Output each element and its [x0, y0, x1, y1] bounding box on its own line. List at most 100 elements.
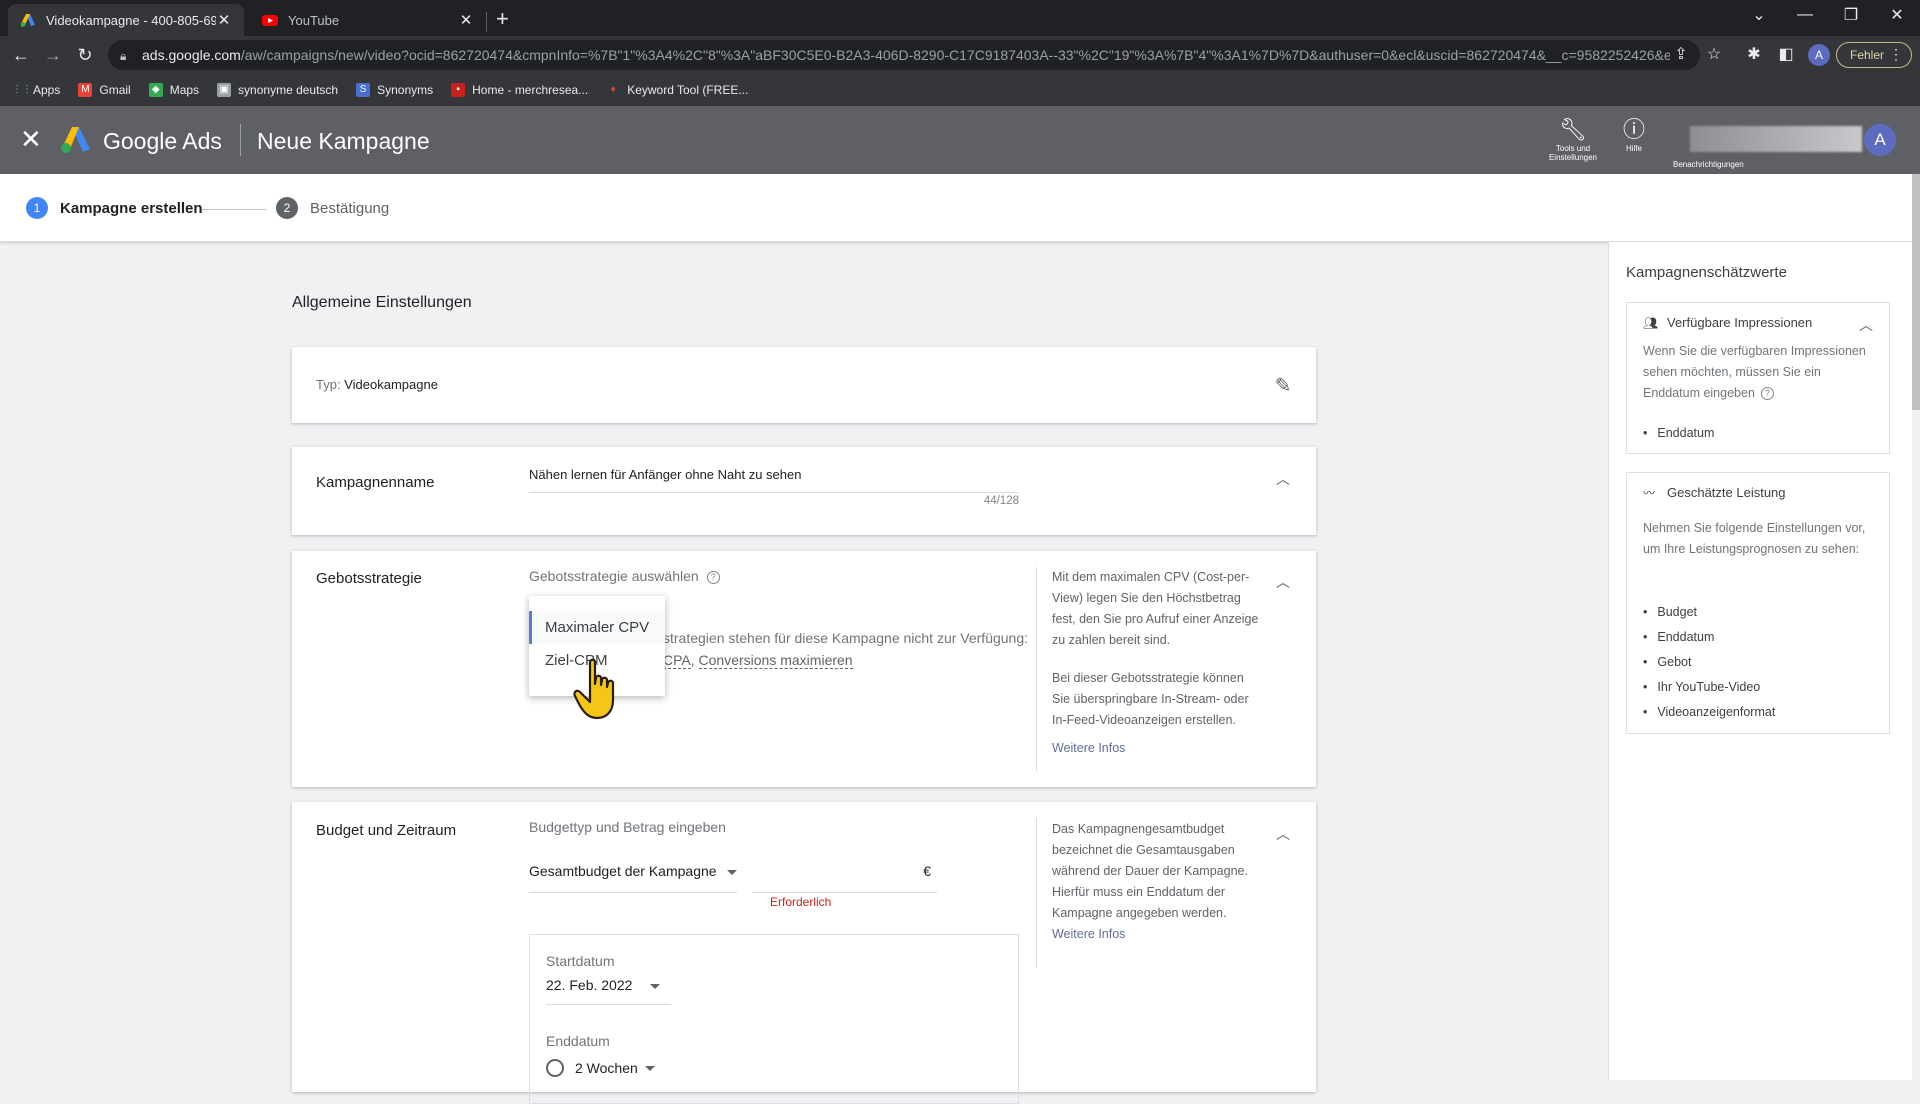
bookmark-apps[interactable]: ⋮⋮ Apps: [12, 83, 60, 97]
address-bar[interactable]: 🔒︎ ads.google.com /aw/campaigns/new/vide…: [108, 40, 1700, 70]
unavailable-strategies-text: strategien stehen für diese Kampagne nic…: [663, 630, 1028, 646]
impressions-heading-text: Verfügbare Impressionen: [1667, 315, 1813, 330]
impressions-card: 👥︎ Verfügbare Impressionen ︿ Wenn Sie di…: [1626, 302, 1890, 454]
end-date-option[interactable]: 2 Wochen: [546, 1059, 655, 1077]
restore-icon[interactable]: ❐: [1828, 0, 1874, 30]
end-date-label: Enddatum: [546, 1033, 610, 1049]
collapse-chevron-icon[interactable]: ︿: [1274, 572, 1292, 590]
bid-strategy-card: Gebotsstrategie Gebotsstrategie auswähle…: [292, 551, 1316, 787]
budget-label: Budget und Zeitraum: [316, 822, 457, 839]
notifications-area[interactable]: [1690, 126, 1862, 152]
dropdown-arrow-icon: [726, 869, 737, 875]
help-circle-icon[interactable]: ?: [706, 570, 720, 584]
help-button[interactable]: ⓘ Hilfe: [1618, 118, 1650, 154]
tab-search-icon[interactable]: ⌄: [1736, 0, 1782, 30]
performance-heading: 〰 Geschätzte Leistung: [1643, 484, 1786, 501]
edit-pencil-icon[interactable]: ✎: [1274, 373, 1292, 397]
campaign-name-card: Kampagnenname Nähen lernen für Anfänger …: [292, 447, 1316, 535]
budget-amount-input[interactable]: €: [752, 863, 937, 893]
section-title: Allgemeine Einstellungen: [292, 294, 472, 311]
reload-icon[interactable]: ↻: [74, 44, 96, 66]
tab-videokampagne[interactable]: Videokampagne - 400-805-6921 ✕: [8, 4, 244, 36]
back-icon[interactable]: ←: [10, 44, 32, 66]
impressions-requirements-list: Enddatum: [1643, 421, 1714, 446]
weitere-infos-link[interactable]: Weitere Infos: [1052, 738, 1125, 759]
budget-type-select[interactable]: Gesamtbudget der Kampagne: [529, 863, 737, 893]
new-tab-button[interactable]: +: [496, 6, 509, 32]
bookmark-gmail[interactable]: M Gmail: [78, 83, 131, 97]
share-icon[interactable]: ⇪: [1670, 44, 1692, 64]
notifications-label: Benachrichtigungen: [1673, 160, 1744, 169]
step-label: Bestätigung: [310, 199, 390, 217]
profile-avatar[interactable]: A: [1808, 44, 1830, 66]
synonyms-icon: S: [356, 83, 371, 97]
bookmark-synonyms[interactable]: S Synonyms: [356, 83, 433, 97]
step-number: 2: [276, 197, 298, 219]
type-prefix: Typ:: [316, 377, 341, 392]
collapse-chevron-icon[interactable]: ︿: [1274, 469, 1292, 487]
budget-prompt: Budgettyp und Betrag eingeben: [529, 819, 726, 835]
menu-item-maximaler-cpv[interactable]: Maximaler CPV: [529, 611, 665, 644]
tab-youtube[interactable]: YouTube ✕: [250, 4, 486, 36]
url-host: ads.google.com: [142, 47, 241, 63]
apps-grid-icon: ⋮⋮: [12, 84, 32, 95]
list-item: Enddatum: [1643, 421, 1714, 446]
page-title: Neue Kampagne: [257, 128, 430, 154]
conversions-maximieren-link[interactable]: Conversions maximieren: [698, 652, 853, 669]
tools-settings-button[interactable]: 🔧︎ Tools und Einstellungen: [1542, 118, 1604, 163]
help-circle-icon[interactable]: ?: [1760, 387, 1774, 401]
bookmark-merchresearch[interactable]: ▪ Home - merchresea...: [451, 83, 588, 97]
browser-tab-strip: Videokampagne - 400-805-6921 ✕ YouTube ✕…: [0, 0, 1920, 36]
performance-body: Nehmen Sie folgende Einstellungen vor, u…: [1643, 521, 1866, 556]
bid-strategy-prompt: Gebotsstrategie auswählen?: [529, 568, 720, 584]
collapse-chevron-icon[interactable]: ︿: [1857, 315, 1875, 333]
account-avatar[interactable]: A: [1864, 124, 1896, 156]
help-divider: [1036, 818, 1037, 968]
error-badge[interactable]: Fehler ⋮: [1836, 42, 1912, 68]
bookmark-label: Gmail: [99, 83, 131, 97]
close-window-icon[interactable]: ✕: [1874, 0, 1920, 30]
keyword-tool-icon: ♦: [610, 84, 616, 95]
bookmark-maps[interactable]: ◆ Maps: [148, 83, 200, 97]
link-separator: ,: [690, 652, 699, 668]
error-badge-label: Fehler: [1850, 48, 1885, 62]
bookmark-label: Apps: [33, 83, 61, 97]
impressions-body-text: Wenn Sie die verfügbaren Impressionen se…: [1643, 344, 1866, 400]
menu-dots-icon[interactable]: ⋮: [1889, 46, 1903, 63]
list-item: Videoanzeigenformat: [1643, 700, 1775, 725]
scrollbar-thumb[interactable]: [1912, 174, 1920, 410]
required-error: Erforderlich: [770, 895, 832, 909]
step-bestaetigung[interactable]: 2 Bestätigung: [276, 197, 389, 219]
tab-divider: [486, 12, 487, 32]
extensions-icon[interactable]: ✱: [1743, 44, 1765, 64]
bookmark-keyword-tool[interactable]: ♦ Keyword Tool (FREE...: [606, 83, 749, 97]
step-kampagne-erstellen[interactable]: 1 Kampagne erstellen: [26, 197, 203, 219]
bookmark-label: Maps: [169, 83, 200, 97]
side-panel-icon[interactable]: ◧: [1775, 44, 1797, 64]
google-ads-logo: [61, 127, 90, 153]
tools-label: Tools und Einstellungen: [1548, 144, 1598, 162]
radio-button[interactable]: [546, 1059, 564, 1077]
campaign-name-input[interactable]: Nähen lernen für Anfänger ohne Naht zu s…: [529, 467, 1019, 493]
start-date-value: 22. Feb. 2022: [546, 977, 633, 993]
forward-icon[interactable]: →: [42, 44, 64, 66]
collapse-chevron-icon[interactable]: ︿: [1274, 824, 1292, 842]
start-date-select[interactable]: 22. Feb. 2022: [546, 977, 671, 1005]
bookmark-label: Synonyms: [377, 83, 434, 97]
character-counter: 44/128: [983, 495, 1019, 507]
people-icon: 👥︎: [1643, 315, 1659, 330]
bookmark-star-icon[interactable]: ☆: [1703, 44, 1725, 64]
close-tab-icon[interactable]: ✕: [216, 11, 232, 29]
bookmark-synonyme-deutsch[interactable]: ▣ synonyme deutsch: [217, 83, 338, 97]
close-icon[interactable]: ✕: [20, 126, 42, 152]
budget-card: Budget und Zeitraum Budgettyp und Betrag…: [292, 802, 1316, 1104]
close-tab-icon[interactable]: ✕: [458, 11, 474, 29]
cpa-link[interactable]: CPA: [663, 652, 691, 669]
minimize-icon[interactable]: —: [1782, 0, 1828, 30]
unavailable-text: strategien stehen für diese Kampagne nic…: [663, 630, 1029, 646]
list-item: Budget: [1643, 600, 1775, 625]
bid-help-paragraph-1: Mit dem maximalen CPV (Cost-per-View) le…: [1052, 570, 1259, 647]
end-date-option-value: 2 Wochen: [575, 1060, 638, 1076]
tab-title: YouTube: [288, 12, 340, 28]
weitere-infos-link[interactable]: Weitere Infos: [1052, 924, 1125, 945]
